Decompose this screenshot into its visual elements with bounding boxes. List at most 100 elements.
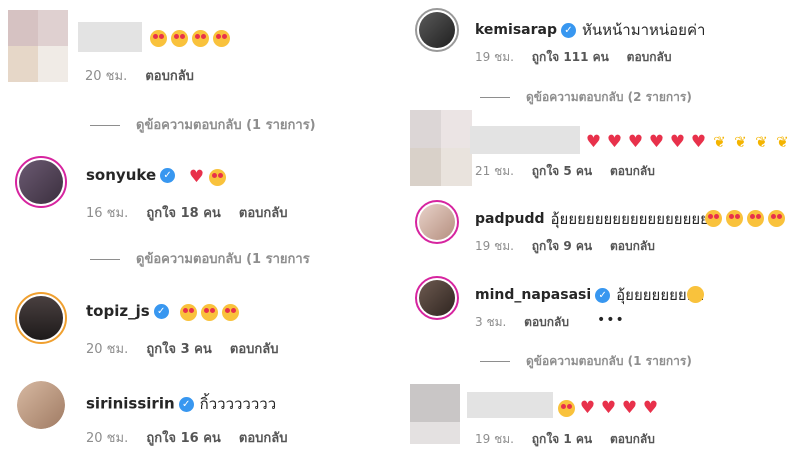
view-replies-link[interactable]: ดูข้อความตอบกลับ (1 รายการ	[90, 248, 310, 269]
comment-time: 19 ชม.	[475, 432, 514, 446]
pixelated-avatar[interactable]	[410, 384, 460, 444]
heart-eyes-emoji-icon	[213, 30, 230, 47]
heart-eyes-emoji-icon	[171, 30, 188, 47]
likes-count[interactable]: ถูกใจ 3 คน	[146, 342, 211, 357]
comment-emoji	[687, 284, 708, 303]
comment-item: padpudd อุ้ยยยยยยยยยยยยยยยยยย 19 ชม. ถูกใ…	[405, 194, 800, 264]
heart-eyes-emoji-icon	[222, 304, 239, 321]
divider-line	[480, 361, 510, 362]
pixelated-avatar[interactable]	[8, 10, 68, 82]
comment-text: อุ้ยยยยยยยยยยยยยยยยยย	[550, 210, 718, 228]
verified-badge-icon: ✓	[560, 22, 576, 38]
heart-eyes-emoji-icon	[150, 30, 167, 47]
heart-eyes-emoji-icon	[705, 210, 722, 227]
likes-count[interactable]: ถูกใจ 1 คน	[532, 432, 592, 446]
heart-eyes-emoji-icon	[209, 169, 226, 186]
avatar[interactable]	[415, 8, 459, 52]
hands-emoji-icon: ❦	[755, 133, 768, 151]
pixelated-avatar[interactable]	[410, 110, 472, 186]
heart-emoji-icon: ♥	[669, 132, 686, 152]
heart-eyes-emoji-icon	[201, 304, 218, 321]
heart-emoji-icon: ♥	[188, 167, 205, 187]
comment-item: ♥ ♥ ♥ ♥ ♥ ♥ ❦ ❦ ❦ ❦ 21 ชม. ถูกใจ 5 คน ตอบกลับ	[405, 108, 800, 188]
comment-emoji	[180, 302, 243, 321]
comment-meta: 19 ชม. ถูกใจ 9 คน ตอบกลับ	[475, 237, 669, 256]
left-comments-column: 20 ชม. ตอบกลับ ดูข้อความตอบกลับ (1 รายกา…	[0, 0, 400, 450]
reply-button[interactable]: ตอบกลับ	[524, 315, 569, 329]
comment-username[interactable]: kemisarap ✓ หันหน้ามาหน่อยค่า	[475, 18, 705, 42]
avatar[interactable]	[17, 381, 65, 429]
heart-emoji-icon: ♥	[585, 132, 602, 152]
comment-username[interactable]: sonyuke ✓	[86, 166, 176, 184]
comment-time: 19 ชม.	[475, 239, 514, 253]
blush-emoji-icon	[687, 286, 704, 303]
comment-emoji: ♥	[188, 167, 230, 186]
comment-emoji	[705, 208, 789, 227]
comment-meta: 21 ชม. ถูกใจ 5 คน ตอบกลับ	[475, 162, 669, 181]
divider-line	[90, 125, 120, 126]
comment-emoji	[150, 28, 234, 47]
heart-emoji-icon: ♥	[627, 132, 644, 152]
reply-button[interactable]: ตอบกลับ	[239, 431, 288, 446]
heart-eyes-emoji-icon	[726, 210, 743, 227]
comment-text: หันหน้ามาหน่อยค่า	[581, 21, 706, 39]
heart-emoji-icon: ♥	[606, 132, 623, 152]
comment-time: 19 ชม.	[475, 50, 514, 64]
avatar[interactable]	[15, 156, 67, 208]
heart-eyes-emoji-icon	[558, 400, 575, 417]
likes-count[interactable]: ถูกใจ 18 คน	[146, 206, 220, 221]
comment-meta: 20 ชม. ตอบกลับ	[85, 65, 208, 86]
comment-time: 16 ชม.	[86, 206, 129, 221]
heart-emoji-icon: ♥	[579, 398, 596, 418]
comment-time: 20 ชม.	[86, 342, 129, 357]
avatar[interactable]	[15, 292, 67, 344]
blurred-username	[470, 126, 580, 154]
comment-meta: 16 ชม. ถูกใจ 18 คน ตอบกลับ	[86, 202, 302, 223]
comment-meta: 19 ชม. ถูกใจ 111 คน ตอบกลับ	[475, 48, 686, 67]
heart-emoji-icon: ♥	[642, 398, 659, 418]
reply-button[interactable]: ตอบกลับ	[145, 69, 194, 84]
reply-button[interactable]: ตอบกลับ	[610, 239, 655, 253]
likes-count[interactable]: ถูกใจ 9 คน	[532, 239, 592, 253]
right-comments-column: kemisarap ✓ หันหน้ามาหน่อยค่า 19 ชม. ถูกใจ…	[405, 0, 800, 450]
heart-emoji-icon: ♥	[648, 132, 665, 152]
comment-username[interactable]: sirinissirin ✓ กิ้วววววววว	[86, 392, 276, 416]
blurred-username	[78, 22, 142, 52]
hands-emoji-icon: ❦	[776, 133, 789, 151]
heart-eyes-emoji-icon	[192, 30, 209, 47]
comment-item: sonyuke ✓ ♥ 16 ชม. ถูกใจ 18 คน ตอบกลับ	[0, 150, 400, 230]
likes-count[interactable]: ถูกใจ 111 คน	[532, 50, 609, 64]
comment-item: 20 ชม. ตอบกลับ	[0, 0, 400, 90]
likes-count[interactable]: ถูกใจ 5 คน	[532, 164, 592, 178]
comment-text: กิ้วววววววว	[199, 395, 277, 413]
heart-emoji-icon: ♥	[690, 132, 707, 152]
view-replies-link[interactable]: ดูข้อความตอบกลับ (1 รายการ)	[480, 352, 692, 371]
comment-username[interactable]: padpudd อุ้ยยยยยยยยยยยยยยยยยย	[475, 207, 718, 231]
heart-eyes-emoji-icon	[768, 210, 785, 227]
comment-time: 20 ชม.	[86, 431, 129, 446]
comment-time: 21 ชม.	[475, 164, 514, 178]
verified-badge-icon: ✓	[153, 304, 169, 319]
avatar[interactable]	[415, 200, 459, 244]
reply-button[interactable]: ตอบกลับ	[610, 432, 655, 446]
comment-username[interactable]: mind_napasasi ✓ อุ้ยยยยยยยยย	[475, 283, 704, 307]
comment-time: 20 ชม.	[85, 69, 128, 84]
likes-count[interactable]: ถูกใจ 16 คน	[146, 431, 220, 446]
more-options-icon[interactable]: •••	[597, 312, 625, 328]
hands-emoji-icon: ❦	[713, 133, 726, 151]
verified-badge-icon: ✓	[160, 168, 176, 183]
view-replies-link[interactable]: ดูข้อความตอบกลับ (1 รายการ)	[90, 114, 316, 135]
comment-emoji: ♥ ♥ ♥ ♥	[558, 398, 663, 417]
comment-item: ♥ ♥ ♥ ♥ 19 ชม. ถูกใจ 1 คน ตอบกลับ	[405, 378, 800, 450]
comment-meta: 20 ชม. ถูกใจ 3 คน ตอบกลับ	[86, 338, 292, 359]
comment-username[interactable]: topiz_js ✓	[86, 302, 169, 320]
reply-button[interactable]: ตอบกลับ	[610, 164, 655, 178]
avatar[interactable]	[415, 276, 459, 320]
view-replies-link[interactable]: ดูข้อความตอบกลับ (2 รายการ)	[480, 88, 692, 107]
heart-emoji-icon: ♥	[600, 398, 617, 418]
reply-button[interactable]: ตอบกลับ	[230, 342, 279, 357]
comment-meta: 19 ชม. ถูกใจ 1 คน ตอบกลับ	[475, 430, 669, 449]
divider-line	[90, 259, 120, 260]
reply-button[interactable]: ตอบกลับ	[239, 206, 288, 221]
reply-button[interactable]: ตอบกลับ	[627, 50, 672, 64]
